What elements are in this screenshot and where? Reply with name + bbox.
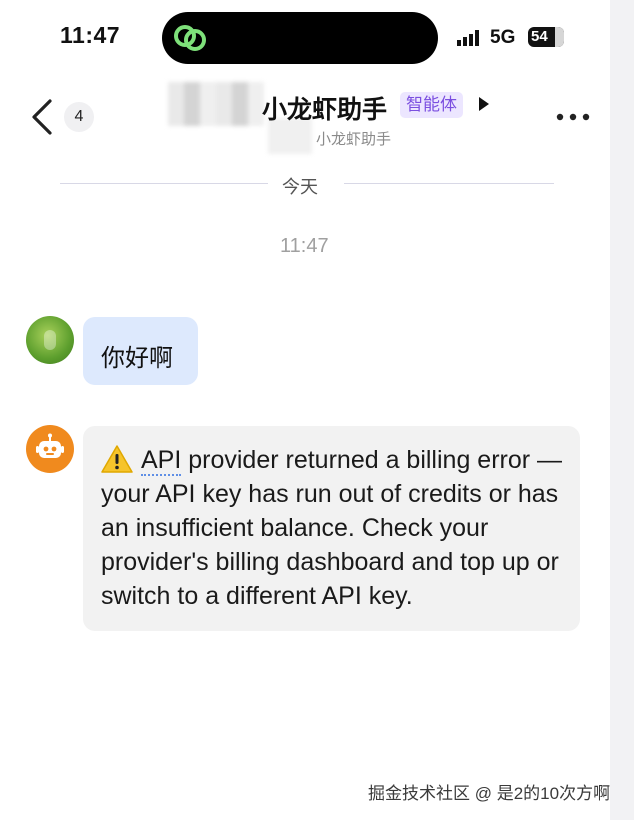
network-type: 5G xyxy=(490,27,516,48)
blurred-avatar xyxy=(168,82,264,126)
user-message-bubble[interactable]: 你好啊 xyxy=(83,317,198,385)
unread-count-badge[interactable]: 4 xyxy=(64,102,94,132)
signal-icon xyxy=(457,30,479,46)
bot-message-bubble[interactable]: API provider returned a billing error — … xyxy=(83,426,580,631)
right-edge-strip xyxy=(610,0,634,820)
warning-icon xyxy=(101,445,133,473)
play-triangle-icon[interactable] xyxy=(478,96,490,112)
chat-subtitle: 小龙虾助手 xyxy=(316,131,392,148)
message-timestamp: 11:47 xyxy=(280,235,329,257)
api-term: API xyxy=(141,446,182,476)
divider-line-left xyxy=(60,183,268,184)
chat-title[interactable]: 小龙虾助手 xyxy=(262,90,387,126)
agent-badge: 智能体 xyxy=(400,92,463,118)
robot-icon xyxy=(36,433,64,458)
dynamic-island xyxy=(162,12,438,64)
status-time: 11:47 xyxy=(60,22,121,48)
user-avatar[interactable] xyxy=(26,316,74,364)
watermark: 掘金技术社区 @ 是2的10次方啊 xyxy=(368,784,611,803)
link-icon xyxy=(174,25,206,51)
bot-avatar[interactable] xyxy=(26,425,74,473)
divider-line-right xyxy=(344,183,554,184)
bot-message-text: API provider returned a billing error — … xyxy=(101,443,571,613)
more-dots-icon[interactable] xyxy=(556,113,590,121)
battery-indicator: 54 xyxy=(528,27,564,47)
back-chevron-icon[interactable] xyxy=(30,98,54,136)
user-message-text: 你好啊 xyxy=(101,345,173,372)
date-divider-label: 今天 xyxy=(282,177,318,197)
